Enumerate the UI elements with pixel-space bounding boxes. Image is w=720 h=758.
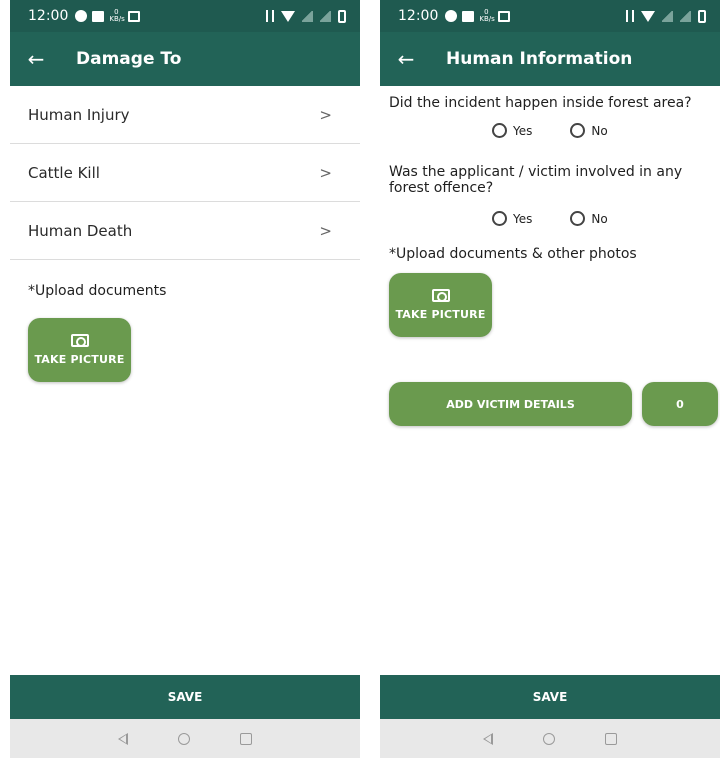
damage-to-screen: 12:00 0 KB/s ← Damage To Human Injury > … <box>10 0 360 758</box>
chevron-right-icon: > <box>319 105 332 124</box>
nav-back-icon[interactable] <box>483 732 493 745</box>
chevron-right-icon: > <box>319 221 332 240</box>
system-nav-bar <box>10 719 360 758</box>
question-forest-offence: Was the applicant / victim involved in a… <box>389 164 683 196</box>
back-arrow-icon[interactable]: ← <box>380 47 428 71</box>
take-picture-label: TAKE PICTURE <box>395 308 486 321</box>
list-item-label: Cattle Kill <box>28 163 100 182</box>
radio-unchecked-icon <box>492 123 507 138</box>
radio-yes[interactable]: Yes <box>492 211 532 226</box>
wifi-icon <box>281 10 295 22</box>
radio-label: No <box>591 123 608 138</box>
camera-icon <box>431 289 450 302</box>
status-bar: 12:00 0 KB/s <box>380 0 720 32</box>
upload-documents-label: *Upload documents <box>28 283 167 299</box>
chevron-right-icon: > <box>319 163 332 182</box>
nav-recent-icon[interactable] <box>240 732 252 745</box>
radio-no[interactable]: No <box>570 123 608 138</box>
radio-unchecked-icon <box>570 123 586 138</box>
system-nav-bar <box>380 719 720 758</box>
save-button[interactable]: SAVE <box>380 675 720 719</box>
list-item-human-death[interactable]: Human Death > <box>10 202 360 260</box>
signal-icon-2 <box>680 10 691 22</box>
radio-group-forest-offence: Yes No <box>492 211 646 226</box>
signal-icon-2 <box>320 10 331 22</box>
notification-icon <box>445 10 458 22</box>
question-inside-forest: Did the incident happen inside forest ar… <box>389 95 692 111</box>
camera-icon <box>70 334 89 347</box>
status-time: 12:00 <box>28 8 69 24</box>
status-time: 12:00 <box>398 8 439 24</box>
image-notification-icon <box>498 10 511 22</box>
list-item-label: Human Death <box>28 221 133 240</box>
notification-square-icon <box>462 10 475 22</box>
network-speed: 0 KB/s <box>479 8 495 23</box>
app-bar: ← Damage To <box>10 32 360 86</box>
take-picture-button[interactable]: TAKE PICTURE <box>28 318 131 382</box>
radio-yes[interactable]: Yes <box>492 123 532 138</box>
radio-label: No <box>591 211 608 226</box>
radio-label: Yes <box>513 211 533 226</box>
nav-home-icon[interactable] <box>178 732 190 745</box>
list-item-cattle-kill[interactable]: Cattle Kill > <box>10 144 360 202</box>
wifi-icon <box>641 10 655 22</box>
radio-unchecked-icon <box>570 211 586 226</box>
vibrate-icon <box>626 10 634 22</box>
page-title: Damage To <box>76 49 182 69</box>
radio-no[interactable]: No <box>570 211 608 226</box>
battery-icon <box>698 9 706 23</box>
add-victim-details-button[interactable]: ADD VICTIM DETAILS <box>389 382 632 426</box>
radio-group-inside-forest: Yes No <box>492 123 646 138</box>
list-item-human-injury[interactable]: Human Injury > <box>10 86 360 144</box>
upload-documents-label: *Upload documents & other photos <box>389 246 637 262</box>
radio-unchecked-icon <box>492 211 507 226</box>
signal-icon <box>662 10 673 22</box>
save-button[interactable]: SAVE <box>10 675 360 719</box>
take-picture-button[interactable]: TAKE PICTURE <box>389 273 492 337</box>
battery-icon <box>338 9 346 23</box>
list-item-label: Human Injury <box>28 105 130 124</box>
back-arrow-icon[interactable]: ← <box>10 47 58 71</box>
notification-icon <box>75 10 88 22</box>
status-bar: 12:00 0 KB/s <box>10 0 360 32</box>
page-title: Human Information <box>446 49 633 69</box>
network-speed: 0 KB/s <box>109 8 125 23</box>
app-bar: ← Human Information <box>380 32 720 86</box>
nav-back-icon[interactable] <box>118 732 128 745</box>
image-notification-icon <box>128 10 141 22</box>
vibrate-icon <box>266 10 274 22</box>
human-information-screen: 12:00 0 KB/s ← Human Information Did the… <box>380 0 720 758</box>
notification-square-icon <box>92 10 105 22</box>
signal-icon <box>302 10 313 22</box>
take-picture-label: TAKE PICTURE <box>34 353 125 366</box>
nav-recent-icon[interactable] <box>605 732 617 745</box>
victim-count-badge: 0 <box>642 382 718 426</box>
radio-label: Yes <box>513 123 533 138</box>
nav-home-icon[interactable] <box>543 732 555 745</box>
